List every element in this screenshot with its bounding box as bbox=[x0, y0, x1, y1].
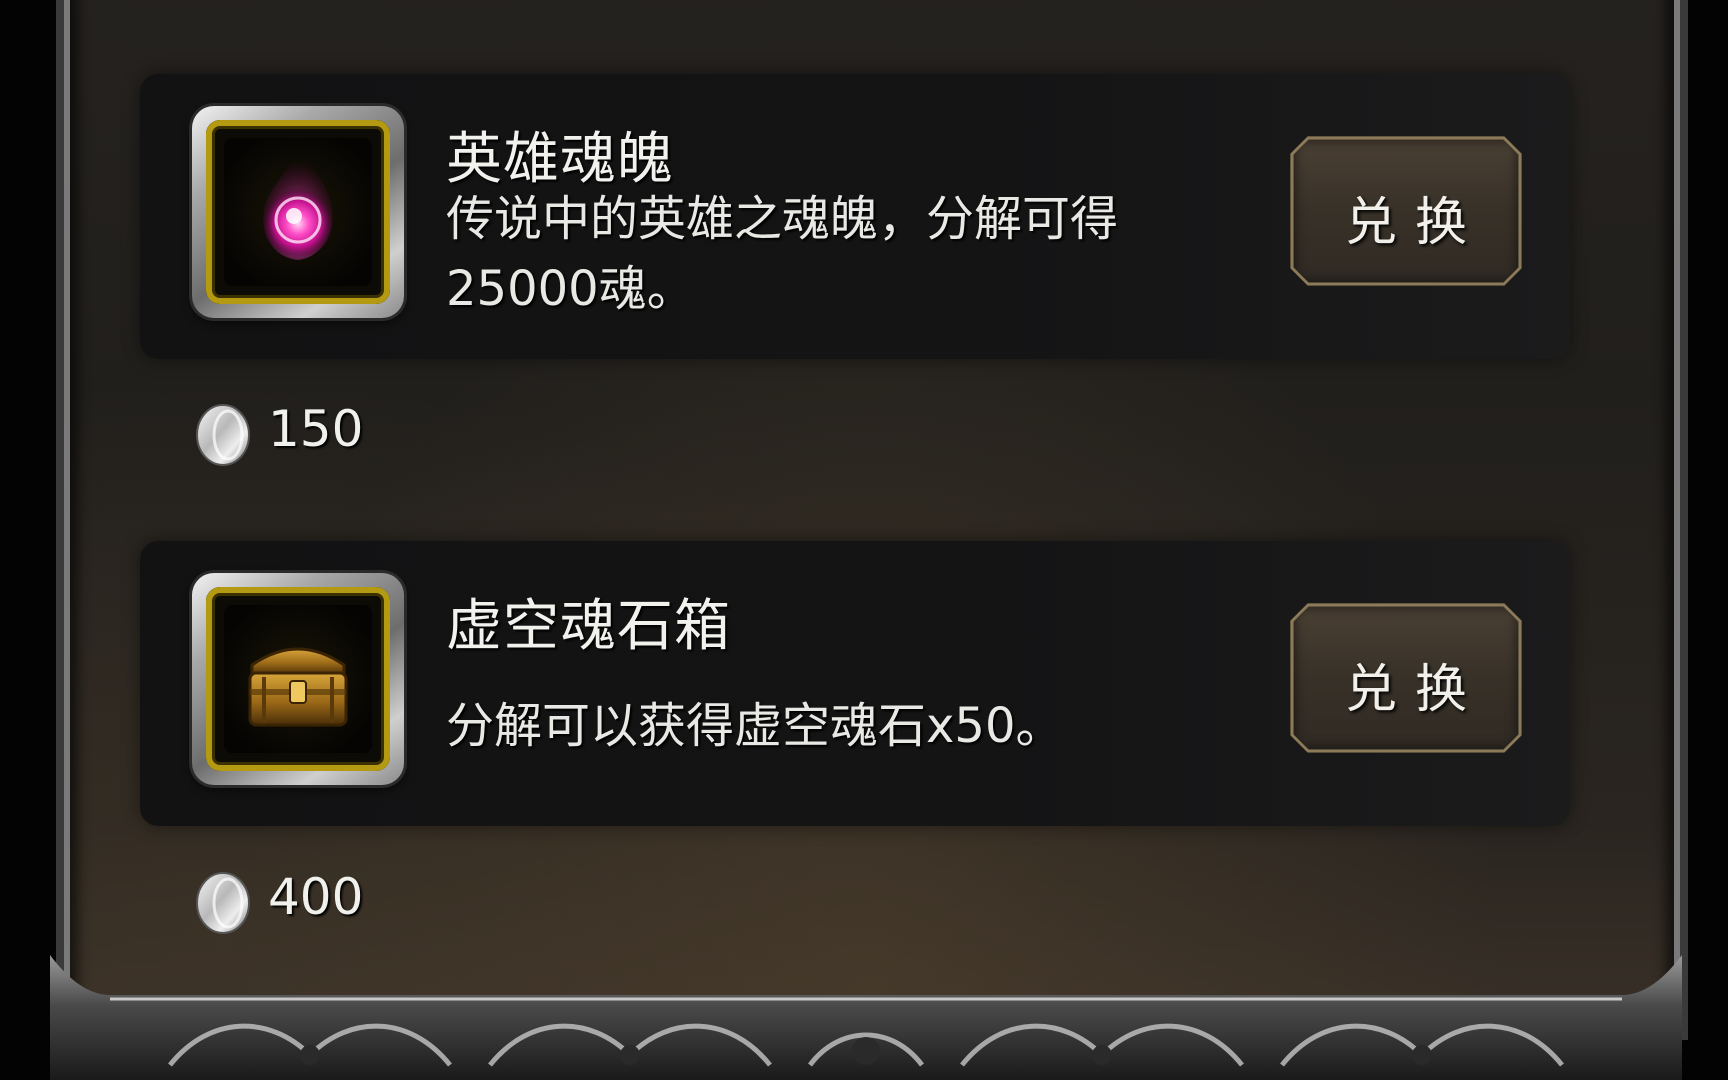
exchange-button-label: 兑换 bbox=[1344, 193, 1485, 253]
exchange-button[interactable]: 兑换 bbox=[1290, 603, 1522, 753]
ornate-bottom-border bbox=[50, 955, 1682, 1080]
item-description: 分解可以获得虚空魂石x50。 bbox=[446, 698, 1064, 754]
exchange-button[interactable]: 兑换 bbox=[1290, 136, 1522, 286]
item-name: 虚空魂石箱 bbox=[446, 594, 731, 659]
silver-coin-icon bbox=[196, 872, 250, 934]
shop-item-void-soulstone-chest: 虚空魂石箱 分解可以获得虚空魂石x50。 兑换 bbox=[140, 541, 1570, 826]
pink-soul-orb-icon bbox=[224, 138, 372, 286]
silver-coin-icon bbox=[196, 404, 250, 466]
shop-screen: 英雄魂魄 传说中的英雄之魂魄，分解可得25000魂。 兑换 150 虚空魂石箱 … bbox=[0, 0, 1728, 1080]
price-value: 150 bbox=[268, 400, 364, 458]
item-icon-frame bbox=[192, 106, 404, 318]
shop-item-hero-soul: 英雄魂魄 传说中的英雄之魂魄，分解可得25000魂。 兑换 bbox=[140, 74, 1570, 359]
golden-chest-icon bbox=[224, 605, 372, 753]
item-description: 传说中的英雄之魂魄，分解可得25000魂。 bbox=[446, 191, 1119, 317]
item-icon-frame bbox=[192, 573, 404, 785]
price-value: 400 bbox=[268, 868, 364, 926]
item-name: 英雄魂魄 bbox=[446, 127, 674, 192]
exchange-button-label: 兑换 bbox=[1344, 660, 1485, 720]
